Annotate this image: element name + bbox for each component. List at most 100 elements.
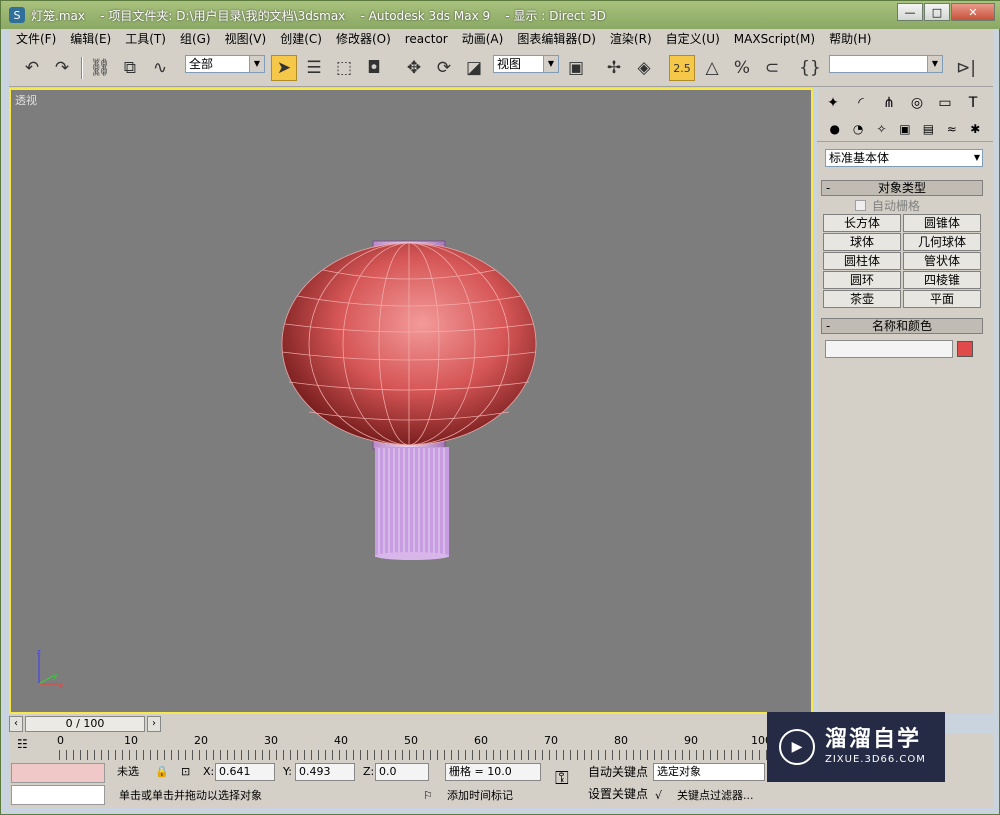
teapot-button[interactable]: 茶壶 <box>823 290 901 308</box>
object-color-swatch[interactable] <box>957 341 973 357</box>
bind-space-warp-icon[interactable]: ∿ <box>147 55 173 81</box>
pivot-center-icon[interactable]: ▣ <box>563 55 589 81</box>
plane-button[interactable]: 平面 <box>903 290 981 308</box>
spinner-snap-icon[interactable]: ⊂ <box>759 55 785 81</box>
menu-tools[interactable]: 工具(T) <box>118 29 173 49</box>
key-filters-button[interactable]: 关键点过滤器... <box>677 787 754 805</box>
menu-graph-editors[interactable]: 图表编辑器(D) <box>510 29 603 49</box>
curve-editor-icon[interactable]: ☷ <box>17 737 28 751</box>
cylinder-button[interactable]: 圆柱体 <box>823 252 901 270</box>
torus-button[interactable]: 圆环 <box>823 271 901 289</box>
maxscript-listener-output[interactable] <box>11 785 105 805</box>
hierarchy-tab-icon[interactable]: ⋔ <box>875 92 903 114</box>
main-toolbar: ↶ ↷ ⛓ ⧉ ∿ 全部 ▼ ➤ ☰ ⬚ ◘ ✥ ⟳ ◪ 视图 ▼ ▣ ✢ ◈ … <box>9 49 993 87</box>
lantern-tassel[interactable] <box>375 447 449 560</box>
close-button[interactable]: ✕ <box>951 3 995 21</box>
edit-named-selection-icon[interactable]: {} <box>797 55 823 81</box>
select-and-move-icon[interactable]: ✥ <box>401 55 427 81</box>
redo-icon[interactable]: ↷ <box>49 55 75 81</box>
time-slider[interactable]: ‹ 0 / 100 › <box>9 714 813 734</box>
object-name-input[interactable] <box>825 340 953 358</box>
cameras-icon[interactable]: ▣ <box>893 119 916 139</box>
menu-customize[interactable]: 自定义(U) <box>659 29 727 49</box>
pyramid-button[interactable]: 四棱锥 <box>903 271 981 289</box>
object-type-rollout-header[interactable]: - 对象类型 <box>821 180 983 196</box>
lights-icon[interactable]: ✧ <box>870 119 893 139</box>
geosphere-button[interactable]: 几何球体 <box>903 233 981 251</box>
time-slider-prev-icon[interactable]: ‹ <box>9 716 23 732</box>
space-warps-icon[interactable]: ≈ <box>940 119 963 139</box>
time-slider-next-icon[interactable]: › <box>147 716 161 732</box>
select-and-rotate-icon[interactable]: ⟳ <box>431 55 457 81</box>
menu-group[interactable]: 组(G) <box>173 29 218 49</box>
maxscript-listener-input[interactable] <box>11 763 105 783</box>
keyboard-shortcut-override-icon[interactable]: ◈ <box>631 55 657 81</box>
systems-icon[interactable]: ✱ <box>964 119 987 139</box>
menu-create[interactable]: 创建(C) <box>273 29 329 49</box>
menu-views[interactable]: 视图(V) <box>218 29 274 49</box>
menu-modifiers[interactable]: 修改器(O) <box>329 29 398 49</box>
menu-reactor[interactable]: reactor <box>398 29 455 49</box>
select-and-link-icon[interactable]: ⛓ <box>87 55 113 81</box>
rectangular-selection-icon[interactable]: ⬚ <box>331 55 357 81</box>
time-tag-icon[interactable]: ⚐ <box>423 787 433 805</box>
time-slider-thumb[interactable]: 0 / 100 <box>25 716 145 732</box>
set-key-icon[interactable]: ⚿ <box>555 770 569 788</box>
perspective-viewport[interactable]: 透视 z y x <box>9 88 813 714</box>
menu-maxscript[interactable]: MAXScript(M) <box>727 29 822 49</box>
snap-toggle-icon[interactable]: 2.5 <box>669 55 695 81</box>
unlink-icon[interactable]: ⧉ <box>117 55 143 81</box>
select-object-icon[interactable]: ➤ <box>271 55 297 81</box>
lantern-model[interactable] <box>11 90 815 716</box>
percent-snap-icon[interactable]: % <box>729 55 755 81</box>
geometry-icon[interactable]: ● <box>823 119 846 139</box>
menu-rendering[interactable]: 渲染(R) <box>603 29 659 49</box>
shapes-icon[interactable]: ◔ <box>846 119 869 139</box>
select-and-manipulate-icon[interactable]: ✢ <box>601 55 627 81</box>
tube-button[interactable]: 管状体 <box>903 252 981 270</box>
chevron-down-icon: ▼ <box>927 56 942 72</box>
display-tab-icon[interactable]: ▭ <box>931 92 959 114</box>
undo-icon[interactable]: ↶ <box>19 55 45 81</box>
window-crossing-icon[interactable]: ◘ <box>361 55 387 81</box>
menu-animation[interactable]: 动画(A) <box>455 29 511 49</box>
name-and-color-rollout-header[interactable]: - 名称和颜色 <box>821 318 983 334</box>
x-coordinate-field[interactable]: 0.641 <box>215 763 275 781</box>
svg-text:y: y <box>53 672 57 680</box>
selection-filter-dropdown[interactable]: 全部 ▼ <box>185 55 265 73</box>
create-tab-icon[interactable]: ✦ <box>819 92 847 114</box>
mirror-icon[interactable]: ⊳| <box>953 55 979 81</box>
menu-help[interactable]: 帮助(H) <box>822 29 878 49</box>
reference-coordinate-dropdown[interactable]: 视图 ▼ <box>493 55 559 73</box>
sphere-button[interactable]: 球体 <box>823 233 901 251</box>
maximize-button[interactable]: □ <box>924 3 950 21</box>
auto-grid-checkbox[interactable] <box>855 199 866 211</box>
select-and-scale-icon[interactable]: ◪ <box>461 55 487 81</box>
helpers-icon[interactable]: ▤ <box>917 119 940 139</box>
absolute-mode-icon[interactable]: ⊡ <box>181 763 190 781</box>
tick-label: 0 <box>57 734 64 747</box>
menu-edit[interactable]: 编辑(E) <box>63 29 118 49</box>
y-label: Y: <box>283 765 292 778</box>
utilities-tab-icon[interactable]: T <box>959 92 987 114</box>
key-filter-icon[interactable]: √ <box>655 787 662 805</box>
object-category-dropdown[interactable]: 标准基本体 ▼ <box>825 149 983 167</box>
add-time-tag-button[interactable]: 添加时间标记 <box>447 787 513 805</box>
z-coordinate-field[interactable]: 0.0 <box>375 763 429 781</box>
y-coordinate-field[interactable]: 0.493 <box>295 763 355 781</box>
box-button[interactable]: 长方体 <box>823 214 901 232</box>
modify-tab-icon[interactable]: ◜ <box>847 92 875 114</box>
named-selection-dropdown[interactable]: ▼ <box>829 55 943 73</box>
lock-icon[interactable]: 🔒 <box>155 763 169 781</box>
minimize-button[interactable]: — <box>897 3 923 21</box>
select-by-name-icon[interactable]: ☰ <box>301 55 327 81</box>
set-key-button[interactable]: 设置关键点 <box>585 784 651 804</box>
lantern-body[interactable] <box>281 242 537 446</box>
menu-file[interactable]: 文件(F) <box>9 29 63 49</box>
motion-tab-icon[interactable]: ◎ <box>903 92 931 114</box>
angle-snap-icon[interactable]: △ <box>699 55 725 81</box>
auto-key-button[interactable]: 自动关键点 <box>585 762 651 782</box>
cone-button[interactable]: 圆锥体 <box>903 214 981 232</box>
3ds-max-icon[interactable]: S <box>9 7 25 23</box>
selected-object-dropdown[interactable]: 选定对象 <box>653 763 765 781</box>
